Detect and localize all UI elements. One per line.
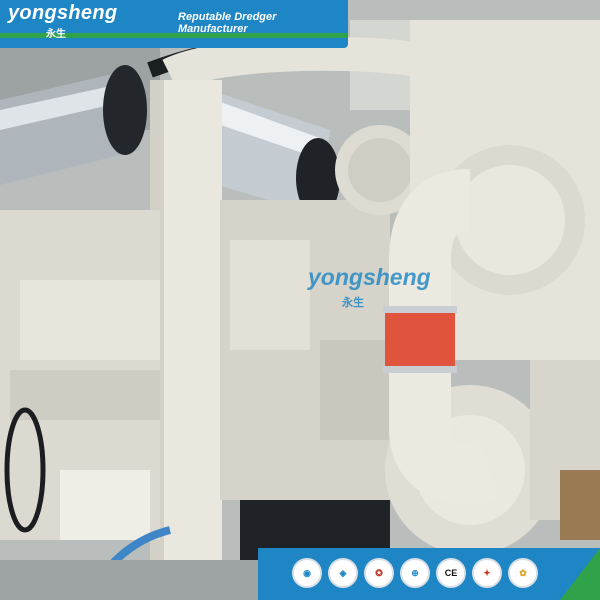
ce-icon: CE [436, 558, 466, 588]
ce-mark: CE [444, 568, 458, 578]
iso-icon: ⊕ [400, 558, 430, 588]
award-icon: ✿ [508, 558, 538, 588]
sgs-icon: ✦ [472, 558, 502, 588]
brand-banner: yongsheng 永生 Reputable Dredger Manufactu… [0, 0, 348, 48]
brand-logo-text: yongsheng [8, 2, 118, 24]
certbar-accent [560, 548, 600, 600]
certification-bar: ◉ ◈ ✪ ⊕ CE ✦ ✿ [258, 548, 600, 600]
brand-logo-cn: 永生 [46, 29, 66, 40]
rina-icon: ◉ [292, 558, 322, 588]
ccs-icon: ✪ [364, 558, 394, 588]
watermark-brand-cn: 永生 [342, 297, 364, 309]
watermark-brand: yongsheng [308, 264, 431, 290]
banner-tagline: Reputable Dredger Manufacturer [178, 11, 277, 35]
bv-icon: ◈ [328, 558, 358, 588]
engine-photo [0, 0, 600, 600]
watermark: yongsheng 永生 [308, 264, 431, 309]
